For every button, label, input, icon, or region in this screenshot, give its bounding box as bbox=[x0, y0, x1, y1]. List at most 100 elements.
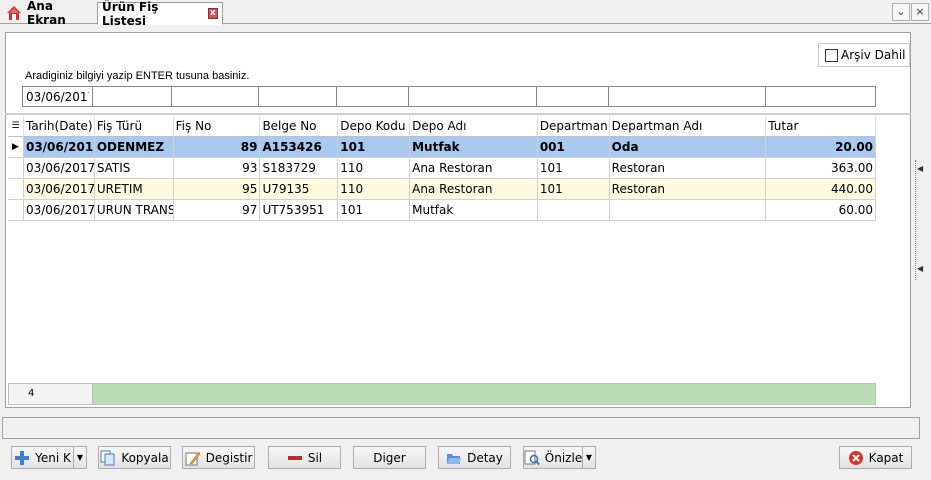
chevron-left-icon[interactable]: ◀ bbox=[917, 264, 923, 273]
side-panel-handle[interactable]: ◀ ◀ bbox=[915, 160, 925, 280]
column-chooser-icon[interactable]: ☰ bbox=[8, 116, 24, 137]
tab-urun-fis-listesi[interactable]: Ürün Fiş Listesi x bbox=[97, 0, 223, 28]
data-grid[interactable]: ☰ Tarih(Date) Fiş Türü Fiş No Belge No D… bbox=[8, 116, 877, 221]
col-departman-adi[interactable]: Departman Adı bbox=[609, 116, 767, 137]
cell-fis-turu: URUN TRANSFER bbox=[94, 200, 174, 221]
kapat-button[interactable]: Kapat bbox=[839, 446, 912, 469]
cell-depo-adi: Ana Restoran bbox=[410, 179, 538, 200]
detay-button[interactable]: Detay bbox=[438, 446, 511, 469]
filter-tarih[interactable] bbox=[22, 86, 93, 107]
detay-label: Detay bbox=[467, 450, 503, 465]
onizle-label: Önizle bbox=[544, 450, 583, 465]
filter-depo-kodu[interactable] bbox=[337, 86, 409, 107]
row-indicator bbox=[8, 179, 24, 200]
cell-departman: 001 bbox=[537, 137, 610, 158]
cell-departman: 101 bbox=[537, 158, 610, 179]
chevron-left-icon[interactable]: ◀ bbox=[917, 164, 923, 173]
cell-depo-kodu: 101 bbox=[338, 200, 411, 221]
table-row[interactable]: 03/06/2017 URETIM 95 U79135 110 Ana Rest… bbox=[8, 179, 877, 200]
diger-label: Diger bbox=[373, 450, 406, 465]
cell-belge-no: UT753951 bbox=[260, 200, 339, 221]
cell-belge-no: U79135 bbox=[260, 179, 339, 200]
row-indicator-icon: ▶ bbox=[8, 137, 24, 158]
col-depo-adi[interactable]: Depo Adı bbox=[410, 116, 538, 137]
col-belge-no[interactable]: Belge No bbox=[260, 116, 339, 137]
yeni-button[interactable]: Yeni K bbox=[11, 446, 74, 469]
grid-header: ☰ Tarih(Date) Fiş Türü Fiş No Belge No D… bbox=[8, 116, 877, 137]
filter-fis-turu[interactable] bbox=[93, 86, 172, 107]
cell-depo-kodu: 110 bbox=[338, 158, 411, 179]
yeni-dropdown-icon[interactable]: ▼ bbox=[73, 446, 87, 469]
cell-tarih: 03/06/2017 bbox=[23, 200, 95, 221]
filter-belge-no[interactable] bbox=[259, 86, 337, 107]
filter-row bbox=[22, 86, 876, 107]
kopyala-button[interactable]: Kopyala bbox=[98, 446, 171, 469]
kapat-label: Kapat bbox=[868, 450, 904, 465]
cell-tutar: 60.00 bbox=[766, 200, 877, 221]
col-fis-turu[interactable]: Fiş Türü bbox=[94, 116, 174, 137]
folder-open-icon bbox=[446, 450, 462, 466]
filter-tutar[interactable] bbox=[766, 86, 876, 107]
table-row[interactable]: 03/06/2017 SATIS 93 S183729 110 Ana Rest… bbox=[8, 158, 877, 179]
cell-tutar: 20.00 bbox=[766, 137, 877, 158]
sil-label: Sil bbox=[307, 450, 323, 465]
filter-departman-adi[interactable] bbox=[609, 86, 766, 107]
close-circle-icon bbox=[848, 450, 864, 466]
tab-ana-ekran[interactable]: Ana Ekran bbox=[2, 0, 96, 27]
divider bbox=[5, 113, 911, 115]
copy-icon bbox=[100, 450, 116, 466]
close-tab-icon[interactable]: x bbox=[207, 8, 218, 19]
cell-depo-adi: Mutfak bbox=[410, 200, 538, 221]
table-row[interactable]: ▶ 03/06/2017 ODENMEZ 89 A153426 101 Mutf… bbox=[8, 137, 877, 158]
chevron-down-icon[interactable]: ⌄ bbox=[892, 3, 910, 21]
cell-tutar: 363.00 bbox=[766, 158, 877, 179]
cell-belge-no: A153426 bbox=[260, 137, 339, 158]
minus-icon bbox=[287, 450, 303, 466]
col-tarih[interactable]: Tarih(Date) bbox=[23, 116, 95, 137]
cell-departman-adi: Restoran bbox=[609, 158, 767, 179]
arsiv-label: Arşiv Dahil bbox=[841, 48, 906, 62]
plus-icon bbox=[14, 450, 30, 466]
cell-fis-turu: URETIM bbox=[94, 179, 174, 200]
filter-departman[interactable] bbox=[537, 86, 609, 107]
sil-button[interactable]: Sil bbox=[268, 446, 341, 469]
table-row[interactable]: 03/06/2017 URUN TRANSFER 97 UT753951 101… bbox=[8, 200, 877, 221]
col-fis-no[interactable]: Fiş No bbox=[173, 116, 261, 137]
cell-departman bbox=[537, 200, 610, 221]
cell-departman-adi: Restoran bbox=[609, 179, 767, 200]
row-count: 4 bbox=[9, 384, 93, 404]
col-depo-kodu[interactable]: Depo Kodu bbox=[338, 116, 411, 137]
onizle-button[interactable]: Önizle bbox=[523, 446, 583, 469]
preview-icon bbox=[524, 450, 540, 466]
tab-label: Ürün Fiş Listesi bbox=[102, 0, 159, 28]
cell-tarih: 03/06/2017 bbox=[23, 179, 95, 200]
cell-fis-no: 89 bbox=[173, 137, 261, 158]
onizle-dropdown-icon[interactable]: ▼ bbox=[582, 446, 596, 469]
close-window-icon[interactable]: × bbox=[911, 3, 929, 21]
cell-depo-kodu: 101 bbox=[338, 137, 411, 158]
cell-fis-turu: ODENMEZ bbox=[94, 137, 174, 158]
cell-belge-no: S183729 bbox=[260, 158, 339, 179]
row-indicator bbox=[8, 200, 24, 221]
diger-button[interactable]: Diger bbox=[353, 446, 426, 469]
search-hint: Aradiginiz bilgiyi yazip ENTER tusuna ba… bbox=[25, 70, 250, 82]
status-bar bbox=[2, 417, 920, 439]
checkbox-box[interactable] bbox=[825, 48, 838, 62]
row-indicator bbox=[8, 158, 24, 179]
degistir-button[interactable]: Degistir bbox=[182, 446, 255, 469]
cell-departman-adi bbox=[609, 200, 767, 221]
grid-footer: 4 bbox=[8, 383, 876, 405]
cell-depo-adi: Ana Restoran bbox=[410, 158, 538, 179]
degistir-label: Degistir bbox=[205, 450, 253, 465]
filter-depo-adi[interactable] bbox=[409, 86, 537, 107]
col-tutar[interactable]: Tutar bbox=[766, 116, 877, 137]
cell-departman-adi: Oda bbox=[609, 137, 767, 158]
cell-tarih: 03/06/2017 bbox=[23, 158, 95, 179]
cell-depo-adi: Mutfak bbox=[410, 137, 538, 158]
tab-label: Ana Ekran bbox=[27, 0, 66, 27]
filter-fis-no[interactable] bbox=[172, 86, 259, 107]
col-departman[interactable]: Departman bbox=[537, 116, 610, 137]
cell-tarih: 03/06/2017 bbox=[23, 137, 95, 158]
arsiv-dahil-checkbox[interactable]: Arşiv Dahil bbox=[818, 43, 910, 67]
cell-fis-no: 93 bbox=[173, 158, 261, 179]
